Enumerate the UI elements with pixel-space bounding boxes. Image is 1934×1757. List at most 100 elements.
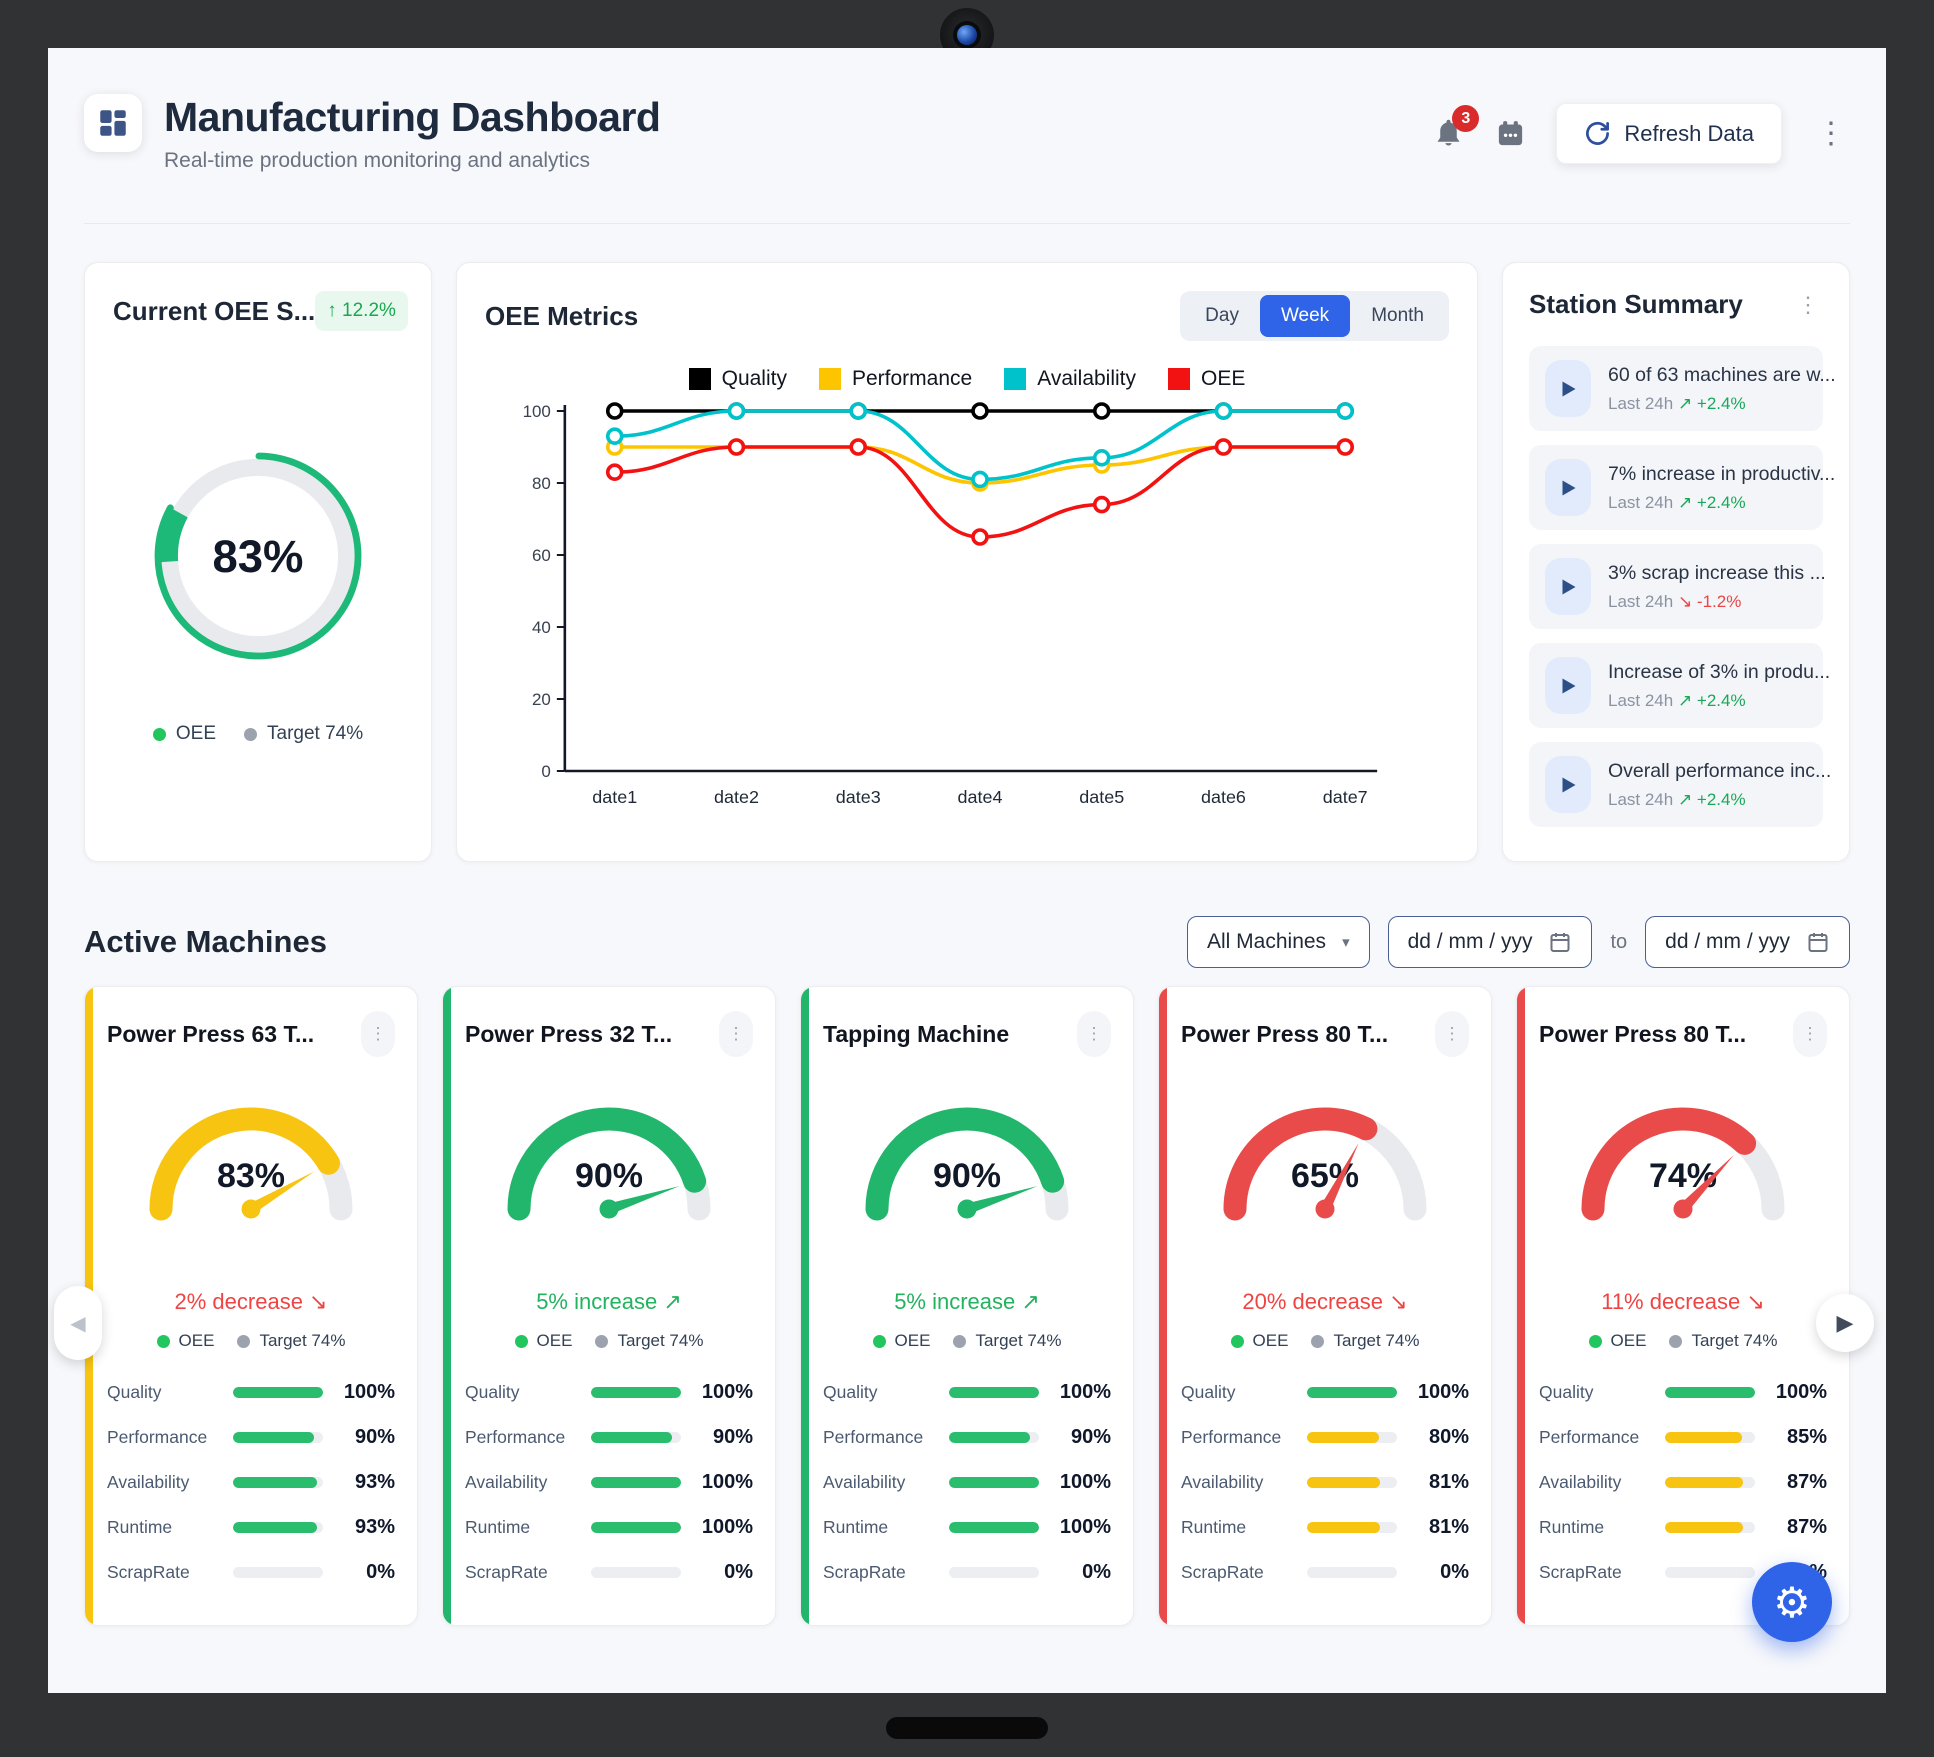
date-from-input[interactable]: dd / mm / yyy — [1388, 916, 1593, 968]
machine-card-menu-button[interactable]: ⋮ — [1435, 1011, 1469, 1057]
metric-bar — [591, 1567, 681, 1578]
station-summary-item[interactable]: 3% scrap increase this ... Last 24h ↘ -1… — [1529, 544, 1823, 629]
calendar-button[interactable] — [1495, 118, 1526, 149]
oee-legend-dot — [157, 1335, 170, 1348]
station-summary-item[interactable]: 7% increase in productiv... Last 24h ↗ +… — [1529, 445, 1823, 530]
svg-text:date4: date4 — [958, 787, 1003, 807]
metric-value: 81% — [1397, 1471, 1469, 1494]
machine-oee-gauge: 65% — [1205, 1083, 1445, 1233]
metric-value: 87% — [1755, 1516, 1827, 1539]
station-summary-item[interactable]: Overall performance inc... Last 24h ↗ +2… — [1529, 742, 1823, 827]
machine-card-menu-button[interactable]: ⋮ — [719, 1011, 753, 1057]
metric-value: 0% — [323, 1561, 395, 1584]
refresh-icon — [1584, 120, 1611, 147]
metric-label: Availability — [1181, 1472, 1307, 1493]
header-menu-button[interactable]: ⋮ — [1812, 115, 1850, 153]
metric-value: 81% — [1397, 1516, 1469, 1539]
svg-text:74%: 74% — [1649, 1157, 1717, 1195]
station-summary-item[interactable]: 60 of 63 machines are w... Last 24h ↗ +2… — [1529, 346, 1823, 431]
svg-text:80: 80 — [532, 474, 551, 493]
machine-gauge-legend: OEE Target 74% — [107, 1331, 395, 1351]
machine-card-menu-button[interactable]: ⋮ — [361, 1011, 395, 1057]
metric-label: Availability — [465, 1472, 591, 1493]
metric-label: Runtime — [1539, 1517, 1665, 1538]
metric-bar — [591, 1477, 681, 1488]
machine-card-menu-button[interactable]: ⋮ — [1793, 1011, 1827, 1057]
metric-value: 0% — [1039, 1561, 1111, 1584]
metric-bar — [949, 1432, 1039, 1443]
station-summary-list: 60 of 63 machines are w... Last 24h ↗ +2… — [1529, 346, 1823, 827]
station-item-title: Overall performance inc... — [1608, 760, 1831, 783]
date-to-input[interactable]: dd / mm / yyy — [1645, 916, 1850, 968]
range-tab-month[interactable]: Month — [1350, 295, 1445, 337]
machine-card-title: Power Press 80 T... — [1181, 1021, 1388, 1048]
notifications-button[interactable]: 3 — [1432, 117, 1465, 150]
dashboard-screen: Manufacturing Dashboard Real-time produc… — [48, 48, 1886, 1693]
svg-text:40: 40 — [532, 618, 551, 637]
machine-change-text: 2% decrease ↘ — [107, 1289, 395, 1315]
chevron-down-icon: ▾ — [1342, 933, 1350, 951]
play-icon — [1545, 459, 1591, 516]
metric-label: Availability — [107, 1472, 233, 1493]
machine-filter-select[interactable]: All Machines ▾ — [1187, 916, 1370, 968]
machine-metric-row: Performance 90% — [465, 1426, 753, 1449]
machine-metric-row: Availability 100% — [823, 1471, 1111, 1494]
header-branding: Manufacturing Dashboard Real-time produc… — [84, 94, 660, 173]
svg-text:date5: date5 — [1079, 787, 1124, 807]
play-icon — [1545, 756, 1591, 813]
current-oee-card: Current OEE S... ↑ 12.2% 83% OEE Target … — [84, 262, 432, 862]
metric-value: 100% — [1397, 1381, 1469, 1404]
station-summary-item[interactable]: Increase of 3% in produ... Last 24h ↗ +2… — [1529, 643, 1823, 728]
machine-card-menu-button[interactable]: ⋮ — [1077, 1011, 1111, 1057]
svg-text:60: 60 — [532, 546, 551, 565]
machine-metrics: Quality 100% Performance 90% Availabilit… — [107, 1381, 395, 1584]
machine-card: Power Press 80 T... ⋮ 74% 11% decrease ↘… — [1516, 986, 1850, 1626]
carousel-prev-button[interactable]: ◀ — [54, 1286, 102, 1360]
machine-metric-row: Quality 100% — [1539, 1381, 1827, 1404]
machine-filter-value: All Machines — [1207, 930, 1326, 954]
svg-text:date6: date6 — [1201, 787, 1246, 807]
machine-oee-gauge: 90% — [847, 1083, 1087, 1233]
metric-label: Runtime — [107, 1517, 233, 1538]
oee-donut-legend: OEE Target 74% — [113, 723, 403, 745]
page-subtitle: Real-time production monitoring and anal… — [164, 149, 660, 173]
machine-oee-gauge: 83% — [131, 1083, 371, 1233]
machine-gauge-legend: OEE Target 74% — [465, 1331, 753, 1351]
machine-card-title: Power Press 80 T... — [1539, 1021, 1746, 1048]
carousel-next-button[interactable]: ▶ — [1816, 1294, 1874, 1352]
page-title: Manufacturing Dashboard — [164, 94, 660, 141]
dashboard-grid-icon — [96, 106, 130, 140]
play-icon — [1545, 657, 1591, 714]
machine-metric-row: Performance 85% — [1539, 1426, 1827, 1449]
settings-fab[interactable]: ⚙ — [1752, 1562, 1832, 1642]
range-tab-week[interactable]: Week — [1260, 295, 1350, 337]
summary-row: Current OEE S... ↑ 12.2% 83% OEE Target … — [84, 262, 1850, 862]
metric-label: Performance — [465, 1427, 591, 1448]
metric-label: Runtime — [465, 1517, 591, 1538]
machine-metric-row: Availability 100% — [465, 1471, 753, 1494]
metric-label: Performance — [107, 1427, 233, 1448]
metric-bar — [1307, 1432, 1397, 1443]
oee-metrics-line-chart: 020406080100date1date2date3date4date5dat… — [485, 399, 1449, 823]
machine-metric-row: Performance 90% — [107, 1426, 395, 1449]
refresh-data-button[interactable]: Refresh Data — [1556, 103, 1782, 164]
metric-bar — [1665, 1522, 1755, 1533]
metric-bar — [949, 1522, 1039, 1533]
machine-card-title: Tapping Machine — [823, 1021, 1009, 1048]
metric-bar — [591, 1522, 681, 1533]
machine-metrics: Quality 100% Performance 80% Availabilit… — [1181, 1381, 1469, 1584]
machine-metrics: Quality 100% Performance 90% Availabilit… — [465, 1381, 753, 1584]
range-tab-day[interactable]: Day — [1184, 295, 1260, 337]
station-item-title: 60 of 63 machines are w... — [1608, 364, 1836, 387]
date-to-placeholder: dd / mm / yyy — [1665, 930, 1790, 954]
machine-metric-row: Performance 80% — [1181, 1426, 1469, 1449]
header-actions: 3 Refresh Data ⋮ — [1432, 103, 1850, 164]
machine-filters: All Machines ▾ dd / mm / yyy to dd / mm … — [1187, 916, 1850, 968]
active-machines-title: Active Machines — [84, 924, 327, 960]
svg-text:20: 20 — [532, 690, 551, 709]
metric-label: Availability — [1539, 1472, 1665, 1493]
station-summary-menu-button[interactable]: ⋮ — [1793, 290, 1823, 320]
home-indicator[interactable] — [886, 1717, 1048, 1739]
play-icon — [1545, 360, 1591, 417]
station-item-meta: Last 24h ↗ +2.4% — [1608, 493, 1835, 513]
